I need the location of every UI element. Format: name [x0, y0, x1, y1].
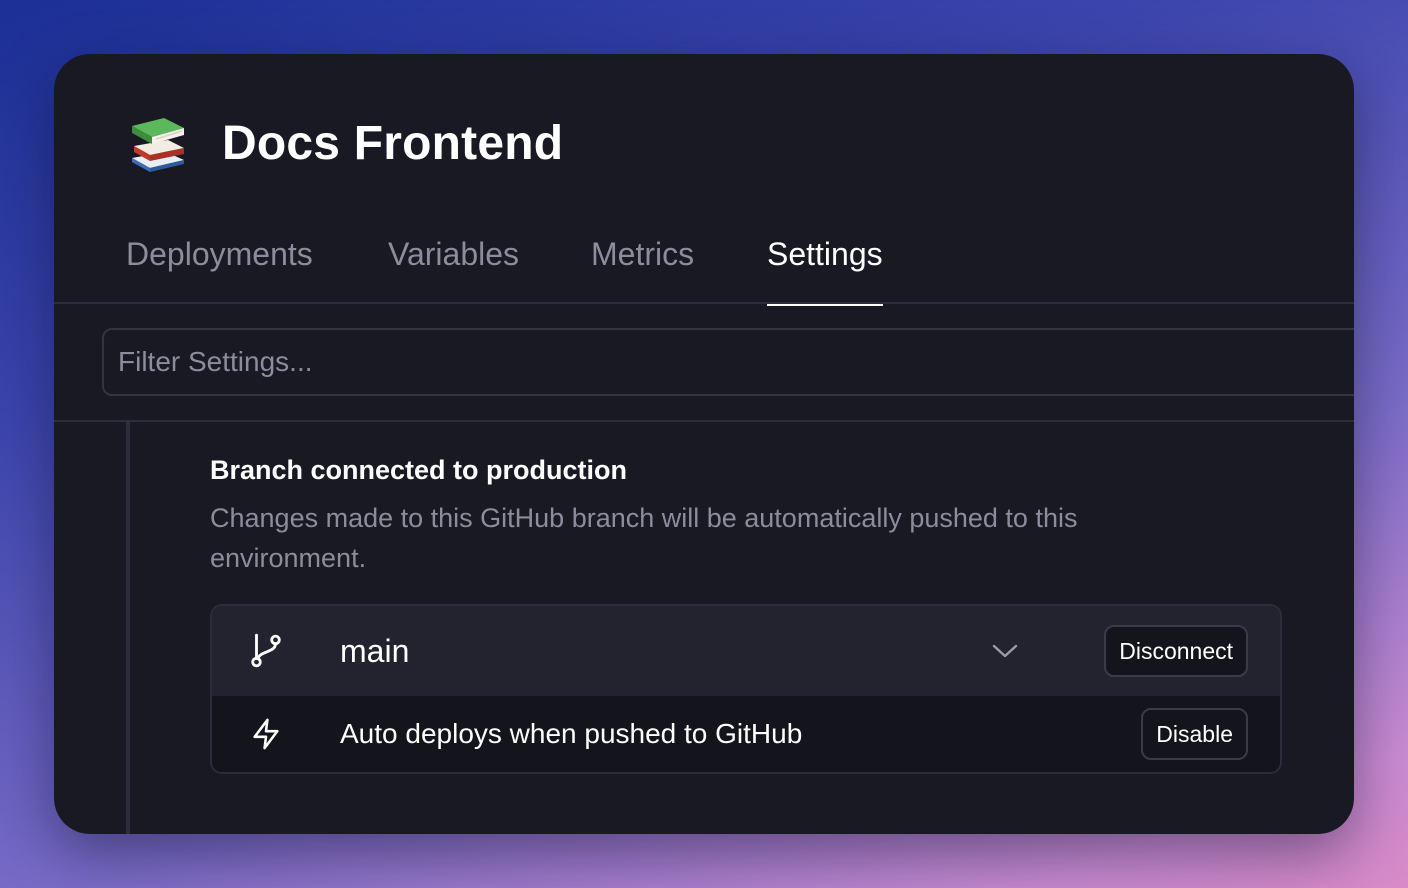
auto-deploy-text: Auto deploys when pushed to GitHub [340, 718, 803, 749]
tab-metrics[interactable]: Metrics [591, 224, 694, 304]
project-header: Docs Frontend [126, 112, 563, 176]
filter-settings-input[interactable] [102, 328, 1354, 396]
section-title: Branch connected to production [210, 455, 628, 485]
disconnect-button[interactable]: Disconnect [1104, 625, 1248, 677]
filter-area [54, 304, 1354, 422]
books-icon [132, 118, 184, 172]
tab-variables[interactable]: Variables [388, 224, 519, 304]
auto-deploy-row: Auto deploys when pushed to GitHub Disab… [212, 696, 1280, 772]
section-rail [126, 422, 130, 834]
tab-settings[interactable]: Settings [767, 224, 883, 306]
git-branch-icon [246, 631, 286, 671]
production-branch-section: Branch connected to production Changes m… [210, 450, 1282, 774]
branch-card: main Disconnect Auto deploys when pushed… [210, 604, 1282, 774]
tab-bar: Deployments Variables Metrics Settings [54, 224, 1354, 306]
branch-row: main Disconnect [212, 606, 1280, 696]
branch-name: main [340, 632, 410, 669]
tab-deployments[interactable]: Deployments [126, 224, 313, 304]
lightning-icon [246, 714, 286, 754]
page-title: Docs Frontend [222, 117, 564, 170]
section-description: Changes made to this GitHub branch will … [210, 503, 1078, 573]
settings-panel: Docs Frontend Deployments Variables Metr… [54, 54, 1354, 834]
chevron-down-icon[interactable] [990, 636, 1020, 666]
disable-button[interactable]: Disable [1141, 708, 1248, 760]
